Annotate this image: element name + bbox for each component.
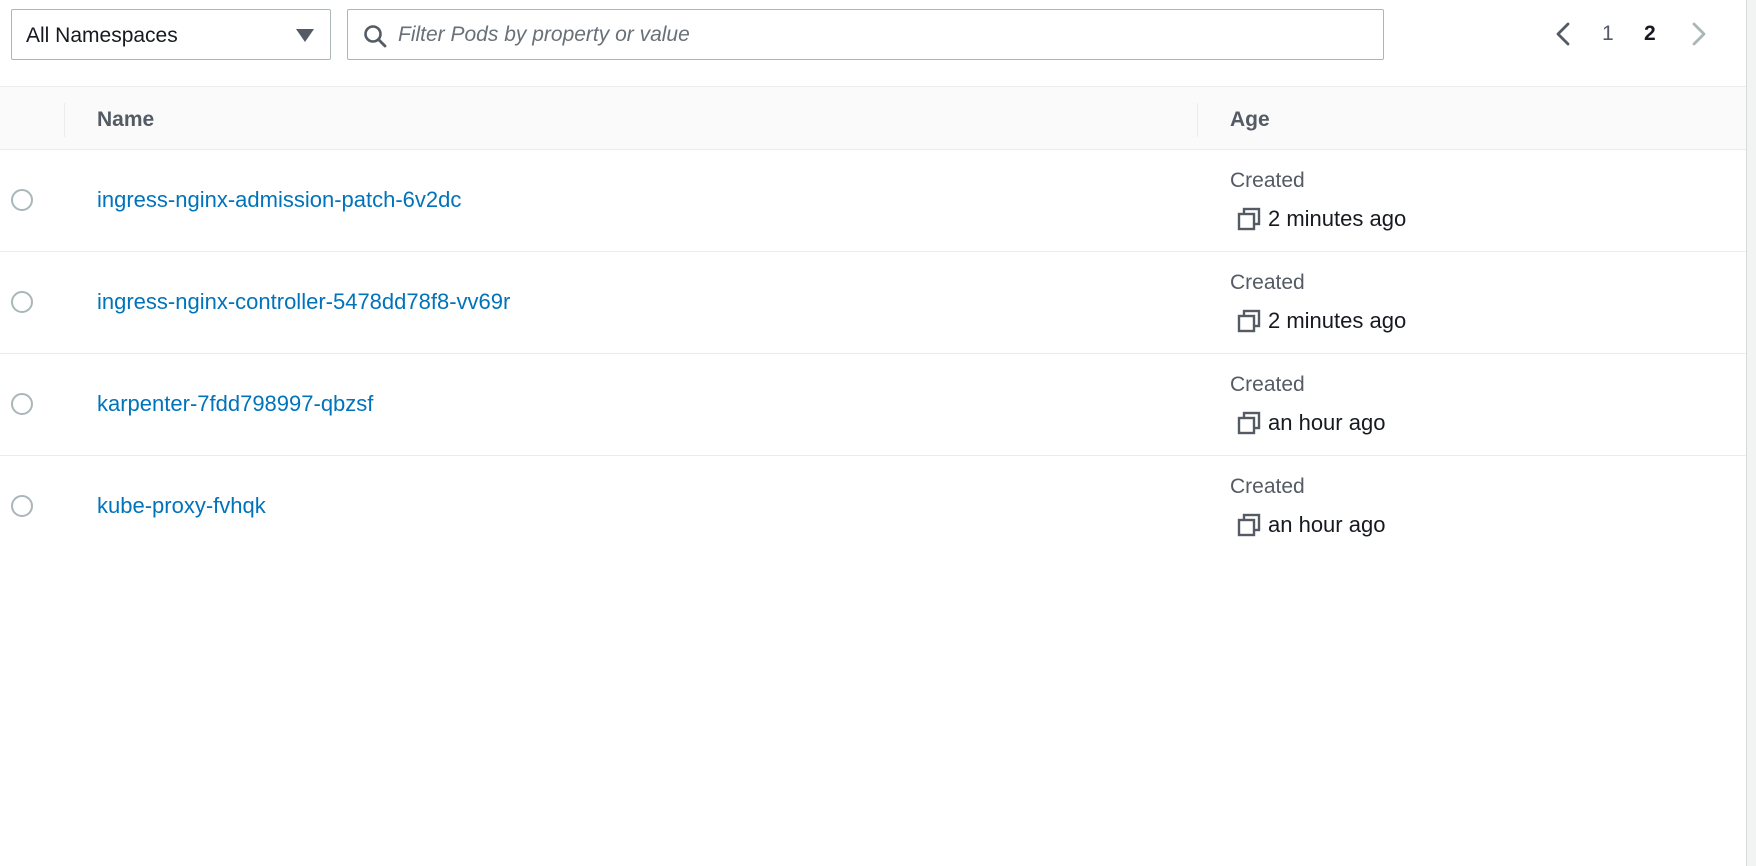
pod-name-link[interactable]: kube-proxy-fvhqk [97, 493, 266, 519]
row-select-radio[interactable] [11, 291, 33, 313]
table-row: ingress-nginx-controller-5478dd78f8-vv69… [0, 252, 1746, 354]
row-select-radio[interactable] [11, 495, 33, 517]
search-icon [364, 25, 387, 48]
age-value: 2 minutes ago [1268, 308, 1407, 333]
pod-name-link[interactable]: ingress-nginx-admission-patch-6v2dc [97, 187, 461, 213]
filter-input[interactable] [398, 11, 1368, 58]
column-divider [1197, 103, 1198, 137]
scrollbar[interactable] [1746, 0, 1756, 866]
page-1-button[interactable]: 1 [1602, 22, 1614, 46]
age-label: Created [1230, 373, 1305, 396]
toolbar: All Namespaces 1 2 [0, 0, 1746, 86]
age-value: an hour ago [1268, 512, 1386, 537]
table-row: ingress-nginx-admission-patch-6v2dc Crea… [0, 150, 1746, 252]
table-header: Name Age [0, 86, 1746, 150]
copy-icon[interactable] [1236, 308, 1262, 334]
copy-icon[interactable] [1236, 410, 1262, 436]
column-header-age[interactable]: Age [1230, 108, 1270, 132]
chevron-left-icon[interactable] [1550, 20, 1578, 48]
namespace-select-value: All Namespaces [26, 24, 178, 47]
filter-field[interactable] [347, 9, 1384, 60]
row-select-radio[interactable] [11, 393, 33, 415]
page-2-button[interactable]: 2 [1644, 22, 1656, 46]
age-value: 2 minutes ago [1268, 206, 1407, 231]
namespace-select[interactable]: All Namespaces [11, 9, 331, 60]
table-body: ingress-nginx-admission-patch-6v2dc Crea… [0, 150, 1746, 558]
caret-down-icon [296, 29, 314, 42]
copy-icon[interactable] [1236, 206, 1262, 232]
pod-name-link[interactable]: ingress-nginx-controller-5478dd78f8-vv69… [97, 289, 510, 315]
age-label: Created [1230, 475, 1305, 498]
pod-name-link[interactable]: karpenter-7fdd798997-qbzsf [97, 391, 373, 417]
chevron-right-icon[interactable] [1684, 20, 1712, 48]
row-select-radio[interactable] [11, 189, 33, 211]
age-label: Created [1230, 169, 1305, 192]
age-label: Created [1230, 271, 1305, 294]
column-divider [64, 103, 65, 137]
table-row: kube-proxy-fvhqk Created an hour ago [0, 456, 1746, 558]
pods-table: Name Age ingress-nginx-admission-patch-6… [0, 86, 1746, 558]
age-value: an hour ago [1268, 410, 1386, 435]
copy-icon[interactable] [1236, 512, 1262, 538]
column-header-name[interactable]: Name [97, 108, 154, 132]
table-row: karpenter-7fdd798997-qbzsf Created an ho… [0, 354, 1746, 456]
